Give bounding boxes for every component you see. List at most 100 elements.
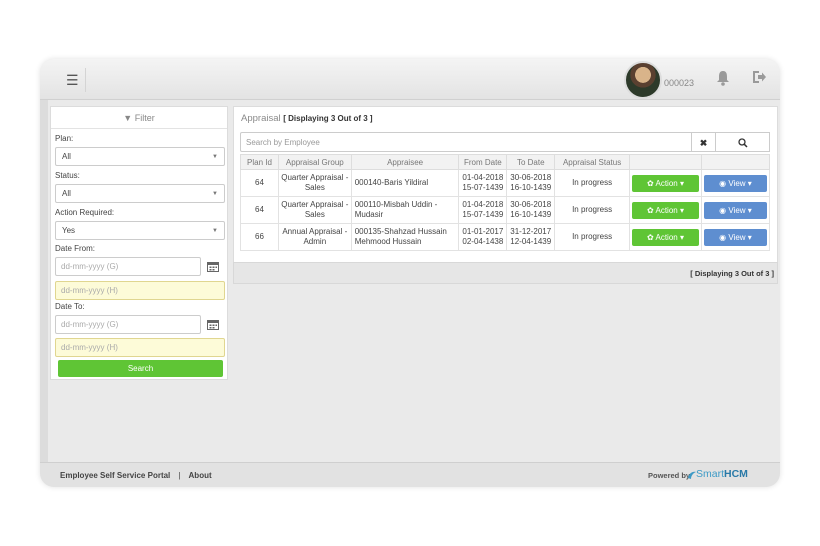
status-cell: In progress xyxy=(554,223,630,251)
date-from-hijri-input[interactable]: dd-mm-yyyy (H) xyxy=(55,281,225,300)
group-line-2: Sales xyxy=(304,183,325,192)
footer-separator: | xyxy=(178,471,181,480)
caret-down-icon: ▾ xyxy=(677,205,684,215)
action-cell: ✿ Action ▾ xyxy=(629,223,702,251)
action-dropdown-button[interactable]: ✿ Action ▾ xyxy=(631,228,699,246)
calendar-icon[interactable] xyxy=(207,261,219,272)
to-date-cell: 30-06-2018 16-10-1439 xyxy=(506,196,556,224)
display-count: [ Displaying 3 Out of 3 ] xyxy=(283,114,373,123)
appraisal-panel: Appraisal [ Displaying 3 Out of 3 ] Sear… xyxy=(233,106,778,284)
sign-out-icon[interactable] xyxy=(751,69,767,85)
plan-select-value: All xyxy=(62,152,71,161)
view-dropdown-button[interactable]: ◉ View ▾ xyxy=(703,201,767,219)
view-dropdown-button[interactable]: ◉ View ▾ xyxy=(703,228,767,246)
view-button-label: View xyxy=(728,232,746,242)
chevron-down-icon: ▼ xyxy=(212,154,218,160)
portal-link[interactable]: Employee Self Service Portal xyxy=(60,471,170,480)
action-dropdown-button[interactable]: ✿ Action ▾ xyxy=(631,174,699,192)
plan-select[interactable]: All ▼ xyxy=(55,147,225,166)
from-date-h: 15-07-1439 xyxy=(462,183,504,192)
caret-down-icon: ▾ xyxy=(677,178,684,188)
search-icon-button[interactable] xyxy=(716,132,770,152)
calendar-icon[interactable] xyxy=(207,319,219,330)
status-cell: In progress xyxy=(554,169,630,197)
action-dropdown-button[interactable]: ✿ Action ▾ xyxy=(631,201,699,219)
side-strip xyxy=(40,100,48,462)
status-label: Status: xyxy=(55,171,80,180)
from-date-h: 02-04-1438 xyxy=(462,237,504,246)
filter-icon: ▼ xyxy=(123,113,133,123)
app-window: ☰ 000023 ▼ Filter Plan: All ▼ Status: Al… xyxy=(40,59,780,487)
search-row: Search by Employee ✖ xyxy=(240,132,770,152)
eye-icon: ◉ xyxy=(719,232,729,242)
appraisee-line-1: 000135-Shahzad Hussain xyxy=(354,227,447,236)
search-button[interactable]: Search xyxy=(58,360,223,377)
column-header[interactable]: From Date xyxy=(458,154,508,170)
appraisee-line-2: Mehmood Hussain xyxy=(354,237,422,246)
to-date-g: 30-06-2018 xyxy=(510,173,552,182)
filter-header: ▼ Filter xyxy=(51,107,227,129)
column-header[interactable]: Plan Id xyxy=(240,154,279,170)
bell-icon[interactable] xyxy=(716,70,730,86)
action-required-label: Action Required: xyxy=(55,208,115,217)
view-dropdown-button[interactable]: ◉ View ▾ xyxy=(703,174,767,192)
date-to-gregorian-input[interactable]: dd-mm-yyyy (G) xyxy=(55,315,201,334)
to-date-h: 12-04-1439 xyxy=(510,237,552,246)
view-button-label: View xyxy=(728,178,746,188)
appraisal-group-cell: Annual Appraisal - Admin xyxy=(277,223,352,251)
appraisee-cell: 000135-Shahzad Hussain Mehmood Hussain xyxy=(350,223,460,251)
column-header[interactable]: Appraisal Group xyxy=(277,154,352,170)
view-cell: ◉ View ▾ xyxy=(700,223,771,251)
date-to-hijri-input[interactable]: dd-mm-yyyy (H) xyxy=(55,338,225,357)
panel-title: Appraisal [ Displaying 3 Out of 3 ] xyxy=(241,113,373,124)
column-header[interactable]: Appraisee xyxy=(350,154,460,170)
status-select[interactable]: All ▼ xyxy=(55,184,225,203)
avatar[interactable] xyxy=(624,61,662,99)
date-from-gregorian-input[interactable]: dd-mm-yyyy (G) xyxy=(55,257,201,276)
search-icon xyxy=(737,138,748,148)
appraisee-cell: 000140-Baris Yildiral xyxy=(350,169,460,197)
appraisal-table: Plan Id Appraisal Group Appraisee From D… xyxy=(240,154,771,251)
clear-search-button[interactable]: ✖ xyxy=(692,132,716,152)
top-bar: ☰ 000023 xyxy=(40,59,780,100)
caret-down-icon: ▾ xyxy=(677,232,684,242)
brand-smart: Smart xyxy=(696,468,725,480)
about-link[interactable]: About xyxy=(189,471,212,480)
hamburger-menu-icon[interactable]: ☰ xyxy=(54,68,86,92)
column-header[interactable]: Appraisal Status xyxy=(554,154,630,170)
brand-hcm: HCM xyxy=(724,468,748,480)
eye-icon: ◉ xyxy=(719,205,729,215)
pager-display-count: [ Displaying 3 Out of 3 ] xyxy=(690,269,774,278)
column-header xyxy=(629,154,702,170)
caret-down-icon: ▾ xyxy=(745,232,752,242)
footer-links: Employee Self Service Portal | About xyxy=(60,471,212,480)
appraisal-title: Appraisal xyxy=(241,113,281,124)
caret-down-icon: ▾ xyxy=(745,205,752,215)
plan-id-cell: 64 xyxy=(240,196,279,224)
appraisal-group-cell: Quarter Appraisal - Sales xyxy=(277,196,352,224)
from-date-h: 15-07-1439 xyxy=(462,210,504,219)
group-line-1: Annual Appraisal - xyxy=(282,227,348,236)
group-line-2: Sales xyxy=(304,210,325,219)
appraisee-cell: 000110-Misbah Uddin - Mudasir xyxy=(350,196,460,224)
pager-bar: [ Displaying 3 Out of 3 ] xyxy=(233,262,778,284)
column-header[interactable]: To Date xyxy=(506,154,556,170)
status-select-value: All xyxy=(62,189,71,198)
chevron-down-icon: ▼ xyxy=(212,191,218,197)
from-date-g: 01-04-2018 xyxy=(462,200,504,209)
to-date-h: 16-10-1439 xyxy=(510,183,552,192)
employee-search-input[interactable]: Search by Employee xyxy=(240,132,692,152)
appraisee-line-1: 000110-Misbah Uddin - xyxy=(354,200,438,209)
filter-title: Filter xyxy=(134,113,155,123)
eye-icon: ◉ xyxy=(719,178,729,188)
date-to-label: Date To: xyxy=(55,302,85,311)
from-date-cell: 01-04-2018 15-07-1439 xyxy=(458,169,508,197)
to-date-g: 30-06-2018 xyxy=(510,200,552,209)
plan-id-cell: 64 xyxy=(240,169,279,197)
view-button-label: View xyxy=(728,205,746,215)
action-button-label: Action xyxy=(655,205,678,215)
action-required-select[interactable]: Yes ▼ xyxy=(55,221,225,240)
table-row: 66 Annual Appraisal - Admin 000135-Shahza… xyxy=(240,223,771,251)
action-button-label: Action xyxy=(655,178,678,188)
appraisee-line-2: Mudasir xyxy=(354,210,384,219)
